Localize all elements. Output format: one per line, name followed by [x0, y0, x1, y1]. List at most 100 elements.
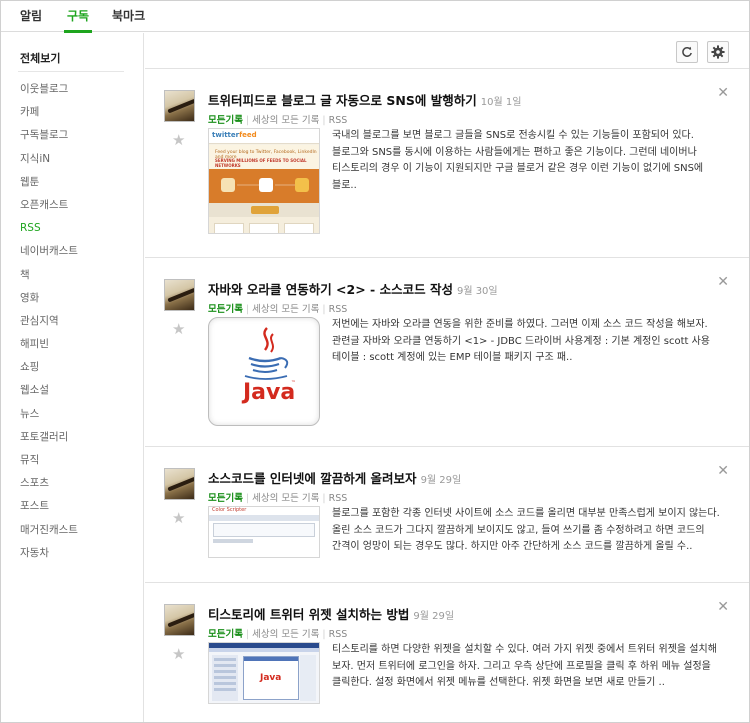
feed-item: ★ 티스토리에 트위터 위젯 설치하는 방법 9월 29일 모든기록 | 세상의 모든… [145, 584, 749, 722]
feed-category-link[interactable]: 모든기록 [208, 493, 243, 504]
tab-subscriptions[interactable]: 구독 [63, 1, 93, 33]
feed-item: ★ 소스코드를 인터넷에 깔끔하게 올려보자 9월 29일 모든기록 | 세상의 모든… [145, 448, 749, 583]
feed-thumbnail[interactable]: Java [208, 642, 320, 704]
sidebar-item-car[interactable]: 자동차 [20, 546, 78, 569]
close-icon[interactable]: ✕ [717, 275, 729, 289]
sidebar-item-navercast[interactable]: 네이버캐스트 [20, 244, 78, 267]
settings-button[interactable] [707, 41, 729, 63]
feed-meta: 모든기록 | 세상의 모든 기록 | RSS [208, 490, 347, 504]
avatar[interactable] [164, 604, 195, 636]
meta-divider: | [245, 304, 250, 315]
feed-toolbar [145, 33, 749, 69]
coffee-cup-icon [244, 327, 289, 380]
avatar[interactable] [164, 90, 195, 122]
pen-icon [167, 287, 194, 303]
sidebar-item-music[interactable]: 뮤직 [20, 453, 78, 476]
feed-source-link[interactable]: 세상의 모든 기록 [252, 304, 319, 315]
close-icon[interactable]: ✕ [717, 600, 729, 614]
feed-thumbnail[interactable]: Java ™ [208, 317, 320, 426]
sidebar-item-neighbor-blog[interactable]: 이웃블로그 [20, 82, 78, 105]
tab-notifications[interactable]: 알림 [20, 1, 42, 32]
twitterfeed-logo: twitterfeed [212, 131, 257, 139]
sidebar-all[interactable]: 전체보기 [20, 50, 60, 66]
sidebar-item-book[interactable]: 책 [20, 268, 78, 291]
pen-icon [167, 98, 194, 114]
feed-meta: 모든기록 | 세상의 모든 기록 | RSS [208, 301, 347, 315]
close-icon[interactable]: ✕ [717, 464, 729, 478]
sidebar-item-shopping[interactable]: 쇼핑 [20, 360, 78, 383]
meta-divider: | [322, 304, 326, 315]
thumbnail-java-text: Java [260, 673, 282, 683]
feed-type-label: RSS [328, 304, 348, 315]
java-wordmark: Java [243, 380, 296, 405]
feed-type-label: RSS [328, 115, 348, 126]
star-icon[interactable]: ★ [172, 133, 185, 148]
feed-title[interactable]: 트위터피드로 블로그 글 자동으로 SNS에 발행하기 [208, 93, 477, 108]
feed-category-link[interactable]: 모든기록 [208, 629, 243, 640]
sidebar-item-post[interactable]: 포스트 [20, 499, 78, 522]
feed-type-label: RSS [328, 493, 348, 504]
feed-item: ★ 트위터피드로 블로그 글 자동으로 SNS에 발행하기 10월 1일 모든기록… [145, 70, 749, 258]
sidebar-item-subscribed-blog[interactable]: 구독블로그 [20, 128, 78, 151]
avatar[interactable] [164, 279, 195, 311]
sidebar-item-photo-gallery[interactable]: 포토갤러리 [20, 430, 78, 453]
feed-title[interactable]: 자바와 오라클 연동하기 <2> - 소스코드 작성 [208, 282, 453, 297]
avatar[interactable] [164, 468, 195, 500]
close-icon[interactable]: ✕ [717, 86, 729, 100]
thumbnail-title: Color Scripter [212, 507, 247, 513]
tab-bookmarks[interactable]: 북마크 [112, 1, 145, 32]
sidebar-item-movie[interactable]: 영화 [20, 291, 78, 314]
sidebar: 전체보기 이웃블로그 카페 구독블로그 지식iN 웹툰 오픈캐스트 RSS 네이… [1, 33, 144, 722]
feed-category-link[interactable]: 모든기록 [208, 115, 243, 126]
java-logo: Java ™ [208, 317, 320, 426]
feed-source-link[interactable]: 세상의 모든 기록 [252, 493, 319, 504]
feed-title[interactable]: 티스토리에 트위터 위젯 설치하는 방법 [208, 607, 409, 622]
sidebar-item-cafe[interactable]: 카페 [20, 105, 78, 128]
feed-date: 9월 29일 [420, 475, 462, 486]
feed-title[interactable]: 소스코드를 인터넷에 깔끔하게 올려보자 [208, 471, 417, 486]
feed-category-link[interactable]: 모든기록 [208, 304, 243, 315]
feed-excerpt: 국내의 블로그를 보면 블로그 글들을 SNS로 전송시킬 수 있는 기능들이 … [332, 130, 704, 191]
feed-date: 9월 29일 [413, 611, 455, 622]
sidebar-item-webnovel[interactable]: 웹소설 [20, 383, 78, 406]
sidebar-item-happybean[interactable]: 해피빈 [20, 337, 78, 360]
feed-date: 10월 1일 [480, 97, 522, 108]
sidebar-item-kin[interactable]: 지식iN [20, 152, 78, 175]
star-icon[interactable]: ★ [172, 322, 185, 337]
sidebar-item-rss[interactable]: RSS [20, 221, 78, 244]
meta-divider: | [245, 493, 250, 504]
feed-meta: 모든기록 | 세상의 모든 기록 | RSS [208, 112, 347, 126]
feed-window: 알림 구독 북마크 전체보기 이웃블로그 카페 구독블로그 지식iN 웹툰 오픈… [0, 0, 750, 723]
feed-source-link[interactable]: 세상의 모든 기록 [252, 115, 319, 126]
thumbnail-headline: SERVING MILLIONS OF FEEDS TO SOCIAL NETW… [215, 158, 307, 168]
feed-excerpt: 저번에는 자바와 오라클 연동을 위한 준비를 하였다. 그러면 이제 소스 코… [332, 319, 711, 363]
feed-excerpt: 블로그를 포함한 각종 인터넷 사이트에 소스 코드를 올리면 대부분 만족스럽… [332, 508, 720, 552]
refresh-icon [682, 46, 692, 57]
pen-icon [167, 476, 194, 492]
star-icon[interactable]: ★ [172, 511, 185, 526]
sidebar-item-magazinecast[interactable]: 매거진캐스트 [20, 523, 78, 546]
meta-divider: | [322, 115, 326, 126]
sidebar-item-webtoon[interactable]: 웹툰 [20, 175, 78, 198]
sidebar-list: 이웃블로그 카페 구독블로그 지식iN 웹툰 오픈캐스트 RSS 네이버캐스트 … [20, 82, 78, 569]
meta-divider: | [245, 115, 250, 126]
sidebar-divider [18, 71, 124, 72]
star-icon[interactable]: ★ [172, 647, 185, 662]
sidebar-item-news[interactable]: 뉴스 [20, 407, 78, 430]
feed-source-link[interactable]: 세상의 모든 기록 [252, 629, 319, 640]
sidebar-item-sports[interactable]: 스포츠 [20, 476, 78, 499]
feed-thumbnail[interactable]: Color Scripter [208, 506, 320, 558]
feed-excerpt: 티스토리를 하면 다양한 위젯을 설치할 수 있다. 여러 가지 위젯 중에서 … [332, 644, 717, 688]
pen-icon [167, 612, 194, 628]
top-tab-bar: 알림 구독 북마크 [1, 1, 749, 33]
feed-item: ★ 자바와 오라클 연동하기 <2> - 소스코드 작성 9월 30일 모든기록 |… [145, 259, 749, 447]
feed-thumbnail[interactable]: twitterfeed Feed your blog to Twitter, F… [208, 128, 320, 234]
trademark-mark: ™ [291, 380, 296, 386]
sidebar-item-local[interactable]: 관심지역 [20, 314, 78, 337]
refresh-button[interactable] [676, 41, 698, 63]
feed-title-row: 소스코드를 인터넷에 깔끔하게 올려보자 9월 29일 [208, 468, 461, 487]
feed-type-label: RSS [328, 629, 348, 640]
gear-icon [711, 45, 725, 59]
sidebar-item-opencast[interactable]: 오픈캐스트 [20, 198, 78, 221]
meta-divider: | [322, 493, 326, 504]
